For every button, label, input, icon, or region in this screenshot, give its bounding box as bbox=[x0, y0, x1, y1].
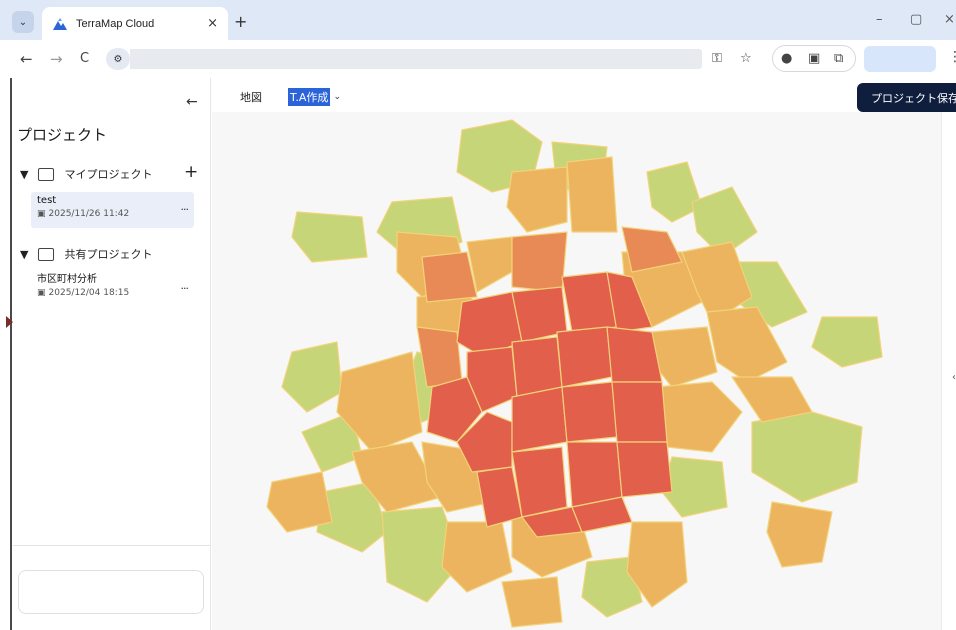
new-tab-button[interactable]: + bbox=[234, 14, 247, 30]
chevron-down-icon[interactable]: ▼ bbox=[20, 248, 28, 261]
password-key-icon[interactable]: ⚿ bbox=[712, 51, 722, 67]
tab-title: TerraMap Cloud bbox=[76, 17, 155, 30]
map-region bbox=[656, 381, 743, 453]
sidebar-edge-line bbox=[10, 78, 12, 630]
tab-ta-create[interactable]: T.A作成 bbox=[288, 88, 331, 106]
tab-search-button[interactable]: ⌄ bbox=[12, 11, 34, 33]
shared-folder-icon bbox=[38, 247, 55, 261]
map-region bbox=[506, 166, 568, 233]
collapse-sidebar-icon[interactable]: ← bbox=[186, 94, 198, 110]
map-tabs: 地図 T.A作成 ⌄ bbox=[228, 84, 353, 110]
map-region bbox=[611, 381, 668, 443]
add-project-button[interactable]: + bbox=[184, 163, 198, 181]
project-sidebar bbox=[0, 78, 211, 630]
sidebar-title: プロジェクト bbox=[17, 126, 108, 144]
browser-tab-bar: ⌄ TerraMap Cloud × + – ▢ × bbox=[0, 0, 956, 40]
address-bar[interactable] bbox=[130, 49, 702, 69]
map-region bbox=[811, 316, 883, 368]
close-window-icon[interactable]: × bbox=[944, 12, 955, 27]
more-options-icon[interactable]: ... bbox=[181, 200, 189, 213]
map-region bbox=[441, 521, 513, 593]
map-region bbox=[751, 411, 863, 503]
map-canvas[interactable] bbox=[212, 112, 941, 630]
project-date-row: ▣ 2025/11/26 11:42 bbox=[37, 208, 188, 220]
profile-button[interactable] bbox=[864, 46, 936, 72]
map-region bbox=[616, 441, 673, 498]
shared-projects-label: 共有プロジェクト bbox=[64, 248, 153, 261]
expand-right-panel-icon[interactable]: ‹ bbox=[952, 372, 956, 383]
sidebar-footer-panel bbox=[18, 570, 204, 614]
choropleth-map[interactable] bbox=[212, 112, 941, 630]
tab-close-icon[interactable]: × bbox=[207, 16, 218, 31]
right-panel-edge bbox=[941, 112, 956, 630]
map-region bbox=[556, 326, 613, 388]
map-region bbox=[501, 576, 563, 628]
map-region bbox=[266, 471, 333, 533]
map-region bbox=[511, 231, 568, 293]
my-projects-header[interactable]: ▼ マイプロジェクト bbox=[20, 166, 152, 182]
chevron-down-icon[interactable]: ⌄ bbox=[333, 92, 341, 102]
tab-map[interactable]: 地図 bbox=[240, 89, 262, 105]
map-region bbox=[561, 381, 618, 443]
calendar-icon: ▣ bbox=[37, 288, 46, 298]
back-icon[interactable]: ← bbox=[20, 49, 33, 69]
forward-icon[interactable]: → bbox=[50, 49, 63, 69]
shared-projects-header[interactable]: ▼ 共有プロジェクト bbox=[20, 246, 152, 262]
project-name: 市区町村分析 bbox=[37, 274, 97, 285]
project-name: test bbox=[37, 195, 57, 206]
my-projects-label: マイプロジェクト bbox=[64, 168, 153, 181]
edge-marker-icon bbox=[6, 316, 13, 328]
calendar-icon: ▣ bbox=[37, 209, 46, 219]
map-region bbox=[766, 501, 833, 568]
project-item-shared[interactable]: 市区町村分析 ▣ 2025/12/04 18:15 ... bbox=[31, 271, 194, 307]
more-options-icon[interactable]: ... bbox=[181, 279, 189, 292]
map-region bbox=[566, 156, 618, 233]
map-region bbox=[511, 386, 568, 453]
project-date: 2025/11/26 11:42 bbox=[48, 209, 130, 219]
bookmark-star-icon[interactable]: ☆ bbox=[740, 51, 752, 67]
chevron-down-icon[interactable]: ▼ bbox=[20, 168, 28, 181]
minimize-icon[interactable]: – bbox=[876, 12, 883, 27]
maximize-icon[interactable]: ▢ bbox=[910, 12, 922, 27]
browser-menu-icon[interactable]: ⋮ bbox=[948, 49, 956, 65]
site-info-icon[interactable]: ⚙ bbox=[106, 48, 130, 70]
browser-tab[interactable]: TerraMap Cloud × bbox=[42, 7, 228, 40]
project-date: 2025/12/04 18:15 bbox=[48, 288, 130, 298]
puzzle-extensions-icon[interactable]: ⧉ bbox=[834, 51, 843, 67]
project-date-row: ▣ 2025/12/04 18:15 bbox=[37, 287, 188, 299]
reload-icon[interactable]: C bbox=[80, 49, 89, 69]
map-region bbox=[511, 446, 568, 518]
extension-icon-2[interactable]: ▣ bbox=[808, 51, 820, 67]
extension-icon-1[interactable]: ● bbox=[781, 51, 792, 67]
map-region bbox=[281, 341, 343, 413]
save-project-button[interactable]: プロジェクト保存 bbox=[857, 83, 956, 112]
project-item-test[interactable]: test ▣ 2025/11/26 11:42 ... bbox=[31, 192, 194, 228]
terramap-favicon-icon bbox=[52, 16, 68, 32]
folder-icon bbox=[38, 167, 55, 181]
sidebar-divider bbox=[13, 545, 211, 546]
map-region bbox=[421, 251, 478, 303]
map-region bbox=[566, 441, 623, 508]
map-region bbox=[291, 211, 368, 263]
